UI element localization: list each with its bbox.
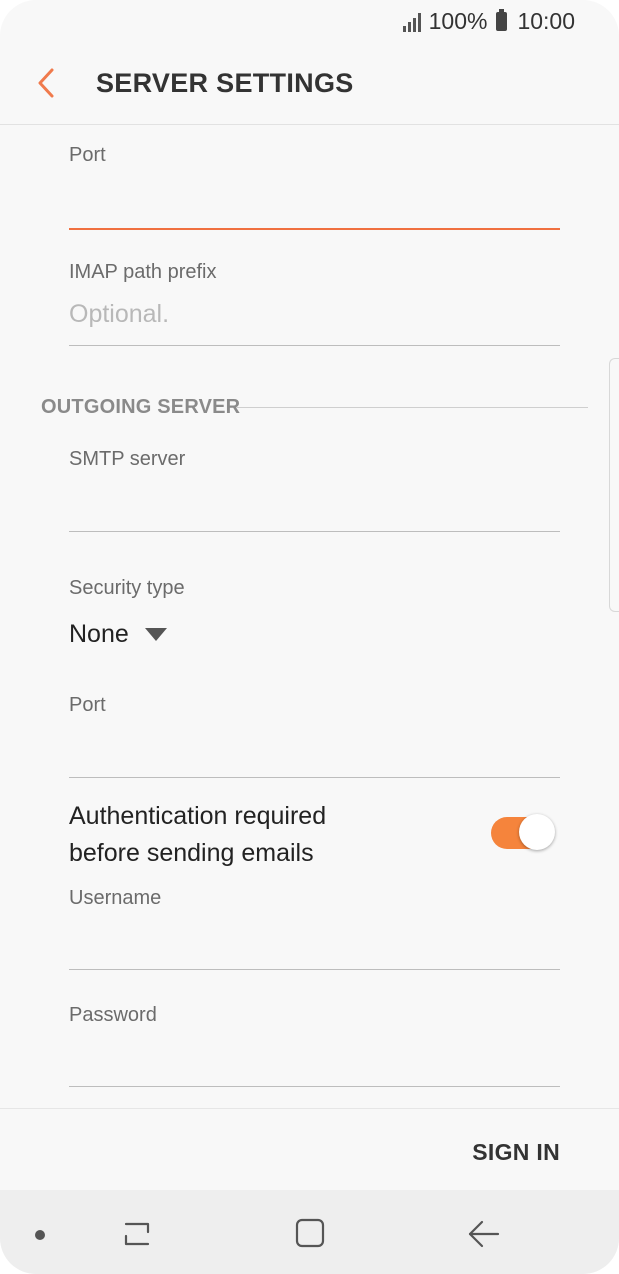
outgoing-server-heading: OUTGOING SERVER <box>41 396 241 418</box>
password-label: Password <box>69 1004 157 1026</box>
imap-prefix-label: IMAP path prefix <box>69 261 217 283</box>
password-underline <box>69 1086 560 1087</box>
navigation-bar <box>0 1190 619 1274</box>
smtp-server-label: SMTP server <box>69 448 186 470</box>
outgoing-port-label: Port <box>69 694 106 716</box>
security-type-select[interactable]: None <box>69 620 167 649</box>
clock: 10:00 <box>517 8 575 34</box>
app-bar: SERVER SETTINGS <box>0 42 619 125</box>
status-bar: 100% 10:00 <box>0 0 619 42</box>
nav-dot-icon <box>35 1230 45 1240</box>
recent-apps-icon[interactable] <box>116 1214 160 1254</box>
home-icon[interactable] <box>288 1214 332 1254</box>
scroll-indicator[interactable] <box>609 358 619 612</box>
toggle-knob <box>519 814 555 850</box>
incoming-port-label: Port <box>69 144 106 166</box>
username-underline <box>69 969 560 970</box>
signal-icon <box>402 12 421 32</box>
imap-prefix-underline <box>69 345 560 346</box>
auth-required-label: Authentication required before sending e… <box>69 798 409 872</box>
battery-percent: 100% <box>428 8 488 34</box>
imap-prefix-input[interactable]: Optional. <box>69 300 169 329</box>
section-divider <box>236 407 588 408</box>
phone-screen: 100% 10:00 SERVER SETTINGS Port IMAP pat… <box>0 0 619 1274</box>
dropdown-triangle-icon <box>144 628 167 641</box>
page-title: SERVER SETTINGS <box>96 68 354 98</box>
auth-label-line2: before sending emails <box>69 839 314 867</box>
bottom-action-bar: SIGN IN <box>0 1108 619 1191</box>
outgoing-port-underline <box>69 777 560 778</box>
security-type-value: None <box>69 620 129 648</box>
nav-back-icon[interactable] <box>462 1214 506 1254</box>
battery-icon <box>496 9 508 31</box>
auth-required-toggle[interactable] <box>491 814 555 851</box>
sign-in-button[interactable]: SIGN IN <box>472 1139 560 1166</box>
back-arrow-icon[interactable] <box>34 66 64 100</box>
username-label: Username <box>69 887 162 909</box>
incoming-port-underline <box>69 228 560 230</box>
auth-label-line1: Authentication required <box>69 802 327 830</box>
security-type-label: Security type <box>69 577 185 599</box>
smtp-server-underline <box>69 531 560 532</box>
